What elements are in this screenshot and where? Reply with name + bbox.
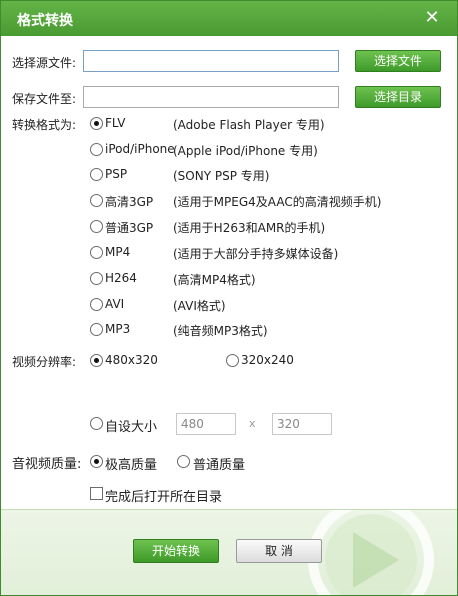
format-desc-3gp: (适用于H263和AMR的手机) — [173, 221, 326, 235]
quality-radio-normal[interactable] — [177, 455, 190, 468]
format-option-h264[interactable]: H264 — [105, 271, 137, 285]
format-desc-hd3gp: (适用于MPEG4及AAC的高清视频手机) — [173, 195, 382, 209]
format-desc-flv: (Adobe Flash Player 专用) — [173, 118, 325, 132]
resolution-radio-480x320[interactable] — [90, 354, 103, 367]
format-radio-avi[interactable] — [90, 298, 103, 311]
custom-width-input[interactable] — [176, 413, 236, 435]
cancel-button[interactable]: 取 消 — [236, 539, 322, 563]
quality-option-normal[interactable]: 普通质量 — [193, 454, 245, 473]
format-radio-mp3[interactable] — [90, 323, 103, 336]
format-radio-hd3gp[interactable] — [90, 194, 103, 207]
close-icon[interactable]: ✕ — [421, 7, 443, 29]
quality-label: 音视频质量: — [12, 457, 82, 472]
format-radio-mp4[interactable] — [90, 246, 103, 259]
title-bar[interactable]: 格式转换 ✕ — [1, 1, 457, 36]
format-label: 转换格式为: — [12, 118, 77, 132]
format-desc-avi: (AVI格式) — [173, 299, 226, 313]
choose-file-button[interactable]: 选择文件 — [355, 50, 441, 72]
dialog-title: 格式转换 — [17, 13, 73, 29]
open-folder-checkbox[interactable] — [90, 487, 103, 500]
resolution-option-custom[interactable]: 自设大小 — [105, 416, 157, 435]
format-radio-flv[interactable] — [90, 117, 103, 130]
save-path-label: 保存文件至: — [12, 92, 77, 106]
format-option-mp4[interactable]: MP4 — [105, 245, 130, 259]
format-radio-psp[interactable] — [90, 168, 103, 181]
open-folder-label[interactable]: 完成后打开所在目录 — [105, 486, 222, 505]
format-desc-psp: (SONY PSP 专用) — [173, 169, 270, 183]
format-option-mp3[interactable]: MP3 — [105, 322, 130, 336]
source-file-label: 选择源文件: — [12, 56, 77, 70]
format-option-avi[interactable]: AVI — [105, 297, 124, 311]
resolution-radio-custom[interactable] — [90, 417, 103, 430]
resolution-option-320x240[interactable]: 320x240 — [241, 353, 294, 367]
format-radio-3gp[interactable] — [90, 220, 103, 233]
format-option-flv[interactable]: FLV — [105, 116, 125, 130]
choose-directory-button[interactable]: 选择目录 — [355, 86, 441, 108]
format-radio-ipod[interactable] — [90, 143, 103, 156]
format-option-ipod[interactable]: iPod/iPhone — [105, 142, 175, 156]
format-desc-ipod: (Apple iPod/iPhone 专用) — [173, 144, 318, 158]
save-path-input[interactable] — [83, 86, 339, 108]
custom-height-input[interactable] — [272, 413, 332, 435]
format-option-psp[interactable]: PSP — [105, 167, 127, 181]
source-file-input[interactable] — [83, 50, 339, 72]
resolution-option-480x320[interactable]: 480x320 — [105, 353, 158, 367]
format-desc-mp4: (适用于大部分手持多媒体设备) — [173, 247, 339, 261]
format-option-3gp[interactable]: 普通3GP — [105, 219, 153, 236]
resolution-radio-320x240[interactable] — [226, 354, 239, 367]
format-option-hd3gp[interactable]: 高清3GP — [105, 193, 153, 210]
format-desc-h264: (高清MP4格式) — [173, 273, 256, 287]
format-convert-dialog: 格式转换 ✕ 选择源文件: 选择文件 保存文件至: 选择目录 转换格式为: FL… — [0, 0, 458, 596]
quality-option-high[interactable]: 极高质量 — [105, 454, 157, 473]
format-desc-mp3: (纯音频MP3格式) — [173, 324, 268, 338]
dialog-footer: 开始转换 取 消 — [1, 509, 457, 595]
dimension-separator: x — [249, 417, 256, 430]
resolution-label: 视频分辨率: — [12, 355, 77, 369]
start-convert-button[interactable]: 开始转换 — [133, 539, 219, 563]
quality-radio-high[interactable] — [90, 455, 103, 468]
format-radio-h264[interactable] — [90, 272, 103, 285]
